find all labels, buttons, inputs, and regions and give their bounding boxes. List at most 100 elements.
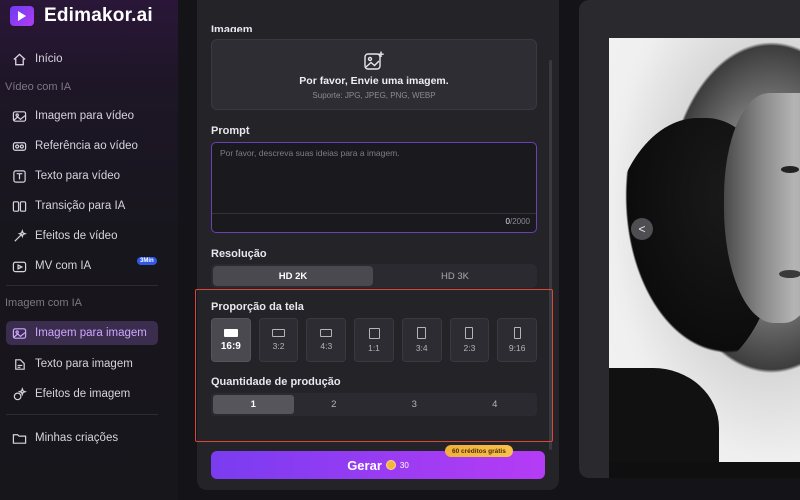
quantity-selector: 1 2 3 4 <box>211 393 537 416</box>
prompt-divider <box>212 213 536 214</box>
ratio-2-3-icon <box>465 327 474 339</box>
image-upload-icon <box>364 51 384 70</box>
ratio-option-3-4[interactable]: 3:4 <box>401 318 442 362</box>
sidebar-item-my-creations[interactable]: Minhas criações <box>6 426 158 450</box>
sidebar-divider <box>6 285 158 286</box>
ratio-3-4-icon <box>417 327 427 339</box>
sidebar-item-label: Início <box>35 53 63 65</box>
folder-icon <box>11 430 27 446</box>
upload-support-text: Suporte: JPG, JPEG, PNG, WEBP <box>312 91 436 100</box>
image-image-icon <box>11 325 27 341</box>
image-upload-area[interactable]: Por favor, Envie uma imagem. Suporte: JP… <box>211 39 537 110</box>
image-video-icon <box>11 108 27 124</box>
ratio-option-9-16[interactable]: 9:16 <box>497 318 538 362</box>
generate-label: Gerar <box>347 457 382 473</box>
prompt-label: Prompt <box>211 125 250 137</box>
sidebar-item-mv[interactable]: MV com IA 3Min <box>6 254 158 278</box>
ratio-option-1-1[interactable]: 1:1 <box>354 318 394 362</box>
coin-icon <box>385 460 396 470</box>
preview-eye-shape <box>781 166 799 173</box>
ratio-label: 2:3 <box>463 343 476 353</box>
ratio-label: 4:3 <box>320 341 333 351</box>
text-video-icon <box>11 168 27 184</box>
mv-icon <box>11 258 27 274</box>
sidebar-item-ai-transition[interactable]: Transição para IA <box>6 194 158 218</box>
sidebar-item-image-effects[interactable]: Efeitos de imagem <box>6 382 158 406</box>
sidebar-item-label: MV com IA <box>35 260 92 272</box>
sidebar-item-reference-video[interactable]: Referência ao vídeo <box>6 134 158 158</box>
sidebar-item-home[interactable]: Início <box>6 47 158 71</box>
preview-bottom-bar <box>609 462 800 478</box>
app-root: Edimakor.ai Início Vídeo com IA Imagem p… <box>0 0 800 500</box>
sidebar-item-label: Imagem para imagem <box>35 327 147 339</box>
quantity-option-2[interactable]: 2 <box>294 395 375 414</box>
preview-image <box>609 38 800 462</box>
new-badge: 3Min <box>137 257 157 265</box>
preview-lip-shape <box>779 270 800 278</box>
ratio-4-3-icon <box>320 329 333 337</box>
resolution-option-2k[interactable]: HD 2K <box>213 266 373 286</box>
aspect-ratio-selector: 16:9 3:2 4:3 1:1 3:4 2:3 9:16 <box>211 318 538 362</box>
ratio-16-9-icon <box>223 328 238 337</box>
aspect-ratio-label: Proporção da tela <box>211 301 304 313</box>
reference-video-icon <box>11 138 27 154</box>
image-effects-icon <box>11 386 27 402</box>
ratio-option-3-2[interactable]: 3:2 <box>258 318 299 362</box>
ratio-3-2-icon <box>272 329 286 337</box>
sidebar-item-label: Imagem para vídeo <box>35 110 135 122</box>
sidebar-item-video-effects[interactable]: Efeitos de vídeo <box>6 224 158 248</box>
generation-panel: Imagem Por favor, Envie uma imagem. Supo… <box>197 0 559 490</box>
generate-cost: 30 <box>399 460 409 470</box>
prompt-char-count: 0/2000 <box>506 217 530 226</box>
sidebar-item-label: Texto para vídeo <box>35 170 121 182</box>
upload-title: Por favor, Envie uma imagem. <box>299 75 449 87</box>
previous-arrow-button[interactable]: < <box>631 218 653 240</box>
section-label-video: Vídeo com IA <box>5 81 72 93</box>
prompt-char-max: /2000 <box>509 217 530 226</box>
sidebar-item-text-to-image[interactable]: Texto para imagem <box>6 352 158 376</box>
sidebar: Edimakor.ai Início Vídeo com IA Imagem p… <box>0 0 178 500</box>
image-section-label: Imagem <box>211 24 253 32</box>
ratio-label: 1:1 <box>368 342 380 353</box>
quantity-option-4[interactable]: 4 <box>455 395 536 414</box>
sidebar-item-label: Transição para IA <box>35 200 126 212</box>
prompt-box: 0/2000 <box>211 142 537 233</box>
sidebar-item-label: Efeitos de imagem <box>35 388 131 400</box>
free-credits-badge: 60 créditos grátis <box>445 445 513 457</box>
quantity-option-3[interactable]: 3 <box>374 395 455 414</box>
ratio-option-2-3[interactable]: 2:3 <box>449 318 490 362</box>
sidebar-item-label: Efeitos de vídeo <box>35 230 118 242</box>
brand-name: Edimakor.ai <box>44 5 153 26</box>
prompt-input[interactable] <box>212 143 536 213</box>
transition-icon <box>11 198 27 214</box>
text-image-icon <box>11 356 27 372</box>
ratio-label: 3:4 <box>415 343 428 353</box>
ratio-9-16-icon <box>513 327 521 339</box>
sidebar-item-text-to-video[interactable]: Texto para vídeo <box>6 164 158 188</box>
sidebar-item-label: Referência ao vídeo <box>35 140 138 152</box>
resolution-selector: HD 2K HD 3K <box>211 264 537 288</box>
ratio-label: 9:16 <box>508 343 526 353</box>
chevron-left-icon: < <box>638 222 646 236</box>
edimakor-logo-icon <box>10 6 34 26</box>
sidebar-item-label: Minhas criações <box>35 432 119 444</box>
sidebar-item-image-to-image[interactable]: Imagem para imagem <box>6 321 158 345</box>
quantity-option-1[interactable]: 1 <box>213 395 294 414</box>
brand[interactable]: Edimakor.ai <box>10 4 153 28</box>
panel-scrollbar[interactable] <box>549 60 552 450</box>
sidebar-divider <box>6 414 158 415</box>
ratio-label: 3:2 <box>272 341 285 351</box>
ratio-option-16-9[interactable]: 16:9 <box>211 318 251 362</box>
sidebar-item-label: Texto para imagem <box>35 358 133 370</box>
section-label-image: Imagem com IA <box>5 297 83 309</box>
effects-icon <box>11 228 27 244</box>
ratio-label: 16:9 <box>220 340 241 352</box>
resolution-option-3k[interactable]: HD 3K <box>375 266 535 286</box>
sidebar-item-image-to-video[interactable]: Imagem para vídeo <box>6 104 158 128</box>
ratio-1-1-icon <box>368 327 380 339</box>
quantity-label: Quantidade de produção <box>211 376 341 388</box>
preview-shoulder-shape <box>609 368 719 462</box>
ratio-option-4-3[interactable]: 4:3 <box>306 318 347 362</box>
home-icon <box>11 51 27 67</box>
resolution-label: Resolução <box>211 248 267 260</box>
